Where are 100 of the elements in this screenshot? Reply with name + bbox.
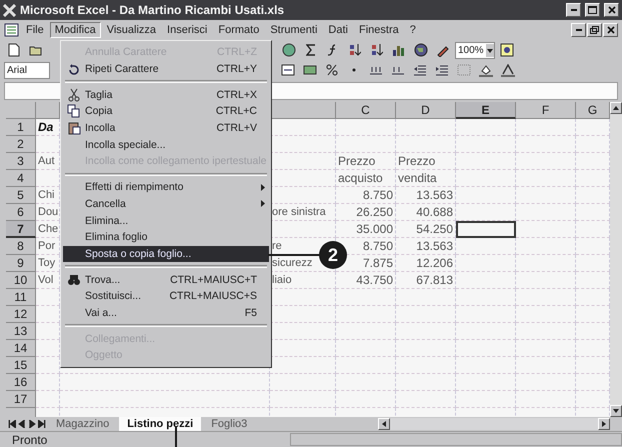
menu-item[interactable]: Effetti di riempimento [63, 178, 269, 196]
row-header[interactable]: 16 [6, 374, 36, 391]
minimize-button[interactable] [571, 23, 586, 37]
zoom-dropdown[interactable]: 100% [455, 42, 495, 58]
table-cell [456, 170, 516, 187]
next-sheet-icon[interactable] [28, 420, 36, 428]
row-header[interactable]: 9 [6, 255, 36, 272]
scroll-right-button[interactable] [598, 418, 610, 430]
sheet-tab[interactable]: Listino pezzi [119, 417, 202, 431]
merge-icon [280, 64, 294, 76]
row-header[interactable]: 14 [6, 340, 36, 357]
workbook-icon[interactable] [4, 23, 20, 37]
scroll-down-button[interactable] [610, 405, 622, 417]
menu-item[interactable]: Sposta o copia foglio... [63, 246, 269, 262]
table-cell [396, 289, 456, 306]
scroll-left-button[interactable] [378, 418, 390, 430]
leader-line [268, 254, 320, 256]
sort-icon [370, 43, 382, 57]
table-cell [516, 272, 576, 289]
table-cell: 54.250 [396, 221, 456, 238]
vertical-scrollbar[interactable] [610, 102, 622, 417]
decimal-icon [368, 64, 382, 76]
menu-item[interactable]: Cancella [63, 196, 269, 212]
row-header[interactable]: 12 [6, 306, 36, 323]
table-cell [516, 170, 576, 187]
row-header[interactable]: 17 [6, 391, 36, 408]
menu-item[interactable]: Taglia CTRL+X [63, 86, 269, 104]
table-cell [456, 153, 516, 170]
table-cell [456, 272, 516, 289]
menu-item[interactable]: Vai a... F5 [63, 304, 269, 322]
row-header[interactable]: 2 [6, 136, 36, 153]
previous-sheet-icon[interactable] [18, 420, 26, 428]
globe-icon [414, 43, 428, 57]
row-header[interactable]: 8 [6, 238, 36, 255]
menu-item[interactable]: Ripeti Carattere CTRL+Y [63, 60, 269, 78]
table-cell [336, 323, 396, 340]
column-header[interactable]: F [516, 102, 576, 119]
menu-label[interactable]: File [21, 22, 49, 38]
menu-item[interactable]: Incolla speciale... [63, 136, 269, 154]
binoculars-icon [67, 272, 81, 287]
menu-label[interactable]: Dati [323, 22, 353, 38]
menu-label[interactable]: Finestra [354, 22, 404, 38]
row-header[interactable]: 13 [6, 323, 36, 340]
table-cell [396, 136, 456, 153]
minimize-icon [576, 29, 582, 31]
menu-item[interactable]: Copia CTRL+C [63, 103, 269, 120]
menu-label[interactable]: Modifica [50, 22, 101, 38]
last-sheet-icon[interactable] [38, 420, 46, 428]
horizontal-scrollbar[interactable] [378, 418, 610, 430]
menu-item[interactable]: Elimina foglio [63, 228, 269, 246]
row-header[interactable]: 15 [6, 357, 36, 374]
menu-label[interactable]: Strumenti [265, 22, 322, 38]
table-cell [396, 340, 456, 357]
first-sheet-icon[interactable] [8, 420, 16, 428]
close-button[interactable] [604, 3, 619, 17]
row-header[interactable]: 10 [6, 272, 36, 289]
close-button[interactable] [603, 23, 618, 37]
active-cell[interactable] [456, 221, 516, 238]
row-header[interactable]: 5 [6, 187, 36, 204]
menu-label[interactable]: Visualizza [102, 22, 162, 38]
table-cell [336, 136, 396, 153]
table-cell: 26.250 [336, 204, 396, 221]
banknote-icon [302, 64, 316, 76]
border-icon [456, 64, 470, 76]
maximize-button[interactable] [585, 3, 600, 17]
scroll-up-button[interactable] [610, 102, 622, 114]
restore-button[interactable] [587, 23, 602, 37]
menu-label[interactable]: ? [404, 22, 421, 38]
row-header[interactable]: 7 [6, 221, 36, 238]
font-color-button[interactable] [498, 61, 517, 79]
leader-line [175, 426, 177, 447]
table-cell [456, 187, 516, 204]
menu-label[interactable]: Formato [213, 22, 264, 38]
column-header[interactable]: D [396, 102, 456, 119]
menu-label[interactable]: Inserisci [162, 22, 212, 38]
row-header[interactable]: 1 [6, 119, 36, 136]
table-cell [456, 306, 516, 323]
table-cell [396, 306, 456, 323]
blank-page-icon [8, 43, 20, 57]
row-header[interactable]: 6 [6, 204, 36, 221]
row-header[interactable]: 11 [6, 289, 36, 306]
column-header[interactable]: G [576, 102, 610, 119]
menu-item[interactable]: Sostituisci... CTRL+MAIUSC+S [63, 288, 269, 305]
row-header[interactable]: 3 [6, 153, 36, 170]
column-header[interactable]: C [336, 102, 396, 119]
table-cell [456, 391, 516, 408]
font-field[interactable]: Arial [4, 62, 50, 78]
up-arrow-icon [613, 105, 619, 111]
help-icon [500, 43, 514, 57]
minimize-button[interactable] [566, 3, 581, 17]
row-header[interactable]: 4 [6, 170, 36, 187]
menu-item[interactable]: Incolla CTRL+V [63, 120, 269, 136]
menu-item[interactable]: Trova... CTRL+MAIUSC+T [63, 271, 269, 288]
table-cell [270, 391, 336, 408]
minimize-icon [570, 9, 576, 11]
menu-item[interactable]: Elimina... [63, 212, 269, 229]
column-header[interactable]: E [456, 102, 516, 119]
paint-bucket-icon [478, 64, 492, 76]
restore-icon [590, 26, 599, 34]
table-cell: acquisto [336, 170, 396, 187]
